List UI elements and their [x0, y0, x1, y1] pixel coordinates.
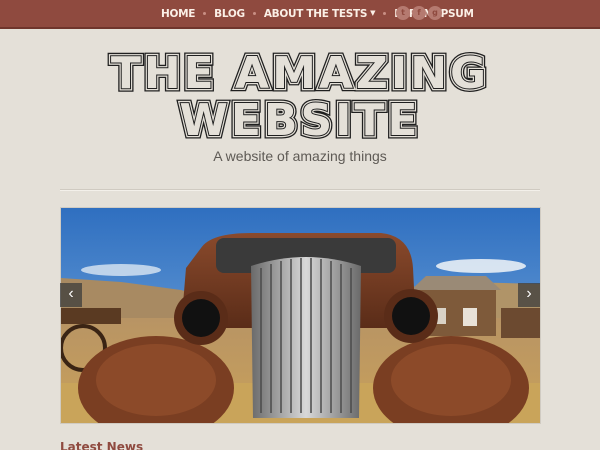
top-navigation-bar: HOME BLOG ABOUT THE TESTS▼ LOREM IPSUM t… — [0, 0, 600, 29]
nav-blog[interactable]: BLOG — [214, 8, 245, 20]
chevron-down-icon: ▼ — [370, 8, 376, 17]
slider-next-button[interactable]: › — [518, 283, 540, 307]
site-title[interactable]: THE AMAZING THE AMAZING THE AMAZING THE … — [0, 50, 600, 150]
twitter-icon[interactable]: t — [396, 6, 410, 20]
main-nav: HOME BLOG ABOUT THE TESTS▼ LOREM IPSUM — [161, 0, 474, 27]
site-title-line1-fill: THE AMAZING — [111, 50, 489, 99]
slide-image-rusty-car — [61, 208, 540, 423]
header-divider — [60, 189, 540, 191]
nav-about-label: ABOUT THE TESTS — [263, 7, 368, 20]
latest-news-heading: Latest News — [60, 440, 144, 450]
slider-prev-button[interactable]: ‹ — [60, 283, 82, 307]
nav-separator — [203, 12, 207, 15]
site-title-line2-fill: WEBSITE — [179, 95, 420, 146]
google-plus-icon[interactable]: g — [428, 6, 442, 20]
nav-about-the-tests[interactable]: ABOUT THE TESTS ▼ — [263, 7, 376, 20]
site-tagline: A website of amazing things — [213, 148, 387, 164]
nav-separator — [252, 12, 256, 15]
image-slider[interactable] — [60, 207, 541, 424]
nav-separator — [383, 12, 387, 15]
facebook-icon[interactable]: f — [412, 6, 426, 20]
nav-home[interactable]: HOME — [161, 8, 195, 20]
